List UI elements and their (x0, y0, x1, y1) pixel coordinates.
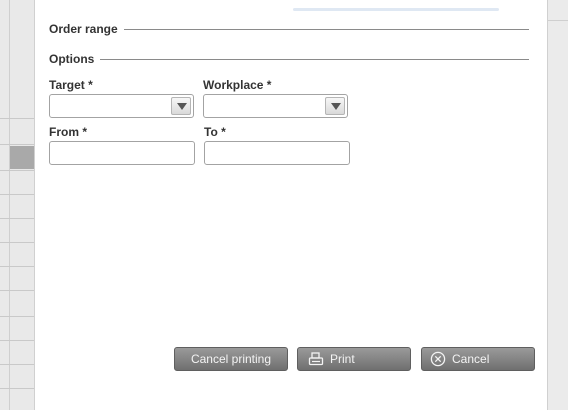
grid-row-line (0, 170, 34, 171)
section-options: Options (49, 50, 529, 66)
section-divider (49, 59, 529, 60)
grid-row-line (0, 340, 34, 341)
printer-icon (308, 352, 324, 366)
target-label: Target * (49, 78, 93, 92)
grid-row-line (0, 118, 34, 119)
cancel-printing-button[interactable]: Cancel printing (174, 347, 288, 371)
grid-row-line (0, 290, 34, 291)
selected-grid-row[interactable] (10, 146, 34, 169)
from-field[interactable] (49, 141, 195, 165)
cancel-button[interactable]: Cancel (421, 347, 535, 371)
close-circle-icon (430, 351, 446, 367)
cancel-label: Cancel (452, 352, 490, 366)
print-label: Print (330, 352, 355, 366)
chevron-down-icon[interactable] (171, 97, 191, 115)
print-button[interactable]: Print (297, 347, 411, 371)
background-grid-left (0, 0, 34, 410)
grid-row-line (0, 194, 34, 195)
to-label: To * (204, 125, 226, 139)
from-label: From * (49, 125, 88, 139)
grid-row-line (548, 20, 568, 21)
to-field[interactable] (204, 141, 350, 165)
workplace-label: Workplace * (203, 78, 272, 92)
grid-divider (9, 0, 10, 410)
grid-row-line (0, 316, 34, 317)
grid-row-line (0, 242, 34, 243)
print-dialog: Order range Options Target * Workplace *… (34, 0, 548, 410)
grid-row-line (0, 388, 34, 389)
grid-row-line (0, 144, 34, 145)
background-grid-right (548, 0, 568, 410)
chevron-down-icon[interactable] (325, 97, 345, 115)
section-title-options: Options (49, 52, 101, 66)
grid-row-line (0, 266, 34, 267)
section-title-order-range: Order range (49, 22, 124, 36)
section-order-range: Order range (49, 20, 529, 36)
dialog-top-bar (293, 8, 499, 11)
grid-row-line (0, 364, 34, 365)
cancel-printing-label: Cancel printing (190, 352, 272, 366)
workplace-select[interactable] (203, 94, 348, 118)
grid-row-line (0, 218, 34, 219)
target-select[interactable] (49, 94, 194, 118)
